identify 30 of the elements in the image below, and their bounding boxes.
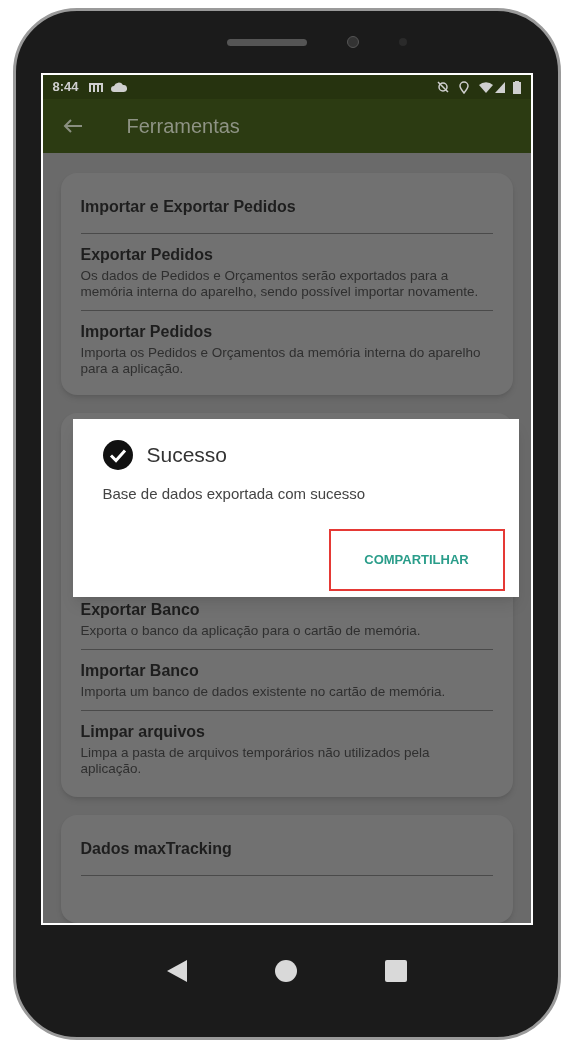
menu-item-description: Limpa a pasta de arquivos temporários não utilizados pela aplicação. bbox=[80, 745, 431, 777]
wifi-icon bbox=[478, 81, 493, 93]
menu-item-description: Importa os Pedidos e Orçamentos da memória interna do aparelho para a aplicação. bbox=[80, 345, 482, 377]
battery-icon bbox=[512, 80, 521, 94]
dialog-title: Sucesso bbox=[146, 442, 228, 468]
status-time: 8:44 bbox=[52, 78, 79, 97]
cloud-icon bbox=[110, 82, 127, 92]
menu-item-description: Importa um banco de dados existente no cartão de memória. bbox=[80, 684, 447, 700]
back-icon[interactable] bbox=[166, 960, 187, 982]
menu-item-title[interactable]: Importar Banco bbox=[80, 660, 493, 682]
card-title: Dados maxTracking bbox=[80, 839, 233, 859]
back-arrow-icon[interactable] bbox=[62, 118, 83, 134]
menu-item-title[interactable]: Limpar arquivos bbox=[80, 721, 493, 743]
menu-item-description: Exporta o banco da aplicação para o cartão de memória. bbox=[80, 623, 422, 639]
share-button[interactable]: COMPARTILHAR bbox=[328, 529, 505, 591]
check-circle-icon bbox=[102, 439, 133, 470]
home-icon[interactable] bbox=[274, 960, 297, 982]
mail-icon bbox=[88, 82, 103, 92]
signal-icon bbox=[494, 81, 505, 93]
front-camera bbox=[346, 36, 359, 48]
menu-item-description: Os dados de Pedidos e Orçamentos serão exportados para a memória interna do aparelho, sendo possível importar novamente. bbox=[80, 268, 480, 300]
recents-icon[interactable] bbox=[384, 960, 407, 982]
menu-item-title[interactable]: Importar Pedidos bbox=[80, 321, 493, 343]
location-icon bbox=[458, 80, 469, 94]
menu-item-title[interactable]: Exportar Banco bbox=[80, 599, 493, 621]
alarm-off-icon bbox=[436, 81, 449, 93]
dialog-message: Base de dados exportada com sucesso bbox=[102, 483, 367, 504]
app-bar-title: Ferramentas bbox=[126, 114, 240, 139]
menu-item-title[interactable]: Exportar Pedidos bbox=[80, 244, 493, 266]
card-title: Importar e Exportar Pedidos bbox=[80, 197, 297, 217]
